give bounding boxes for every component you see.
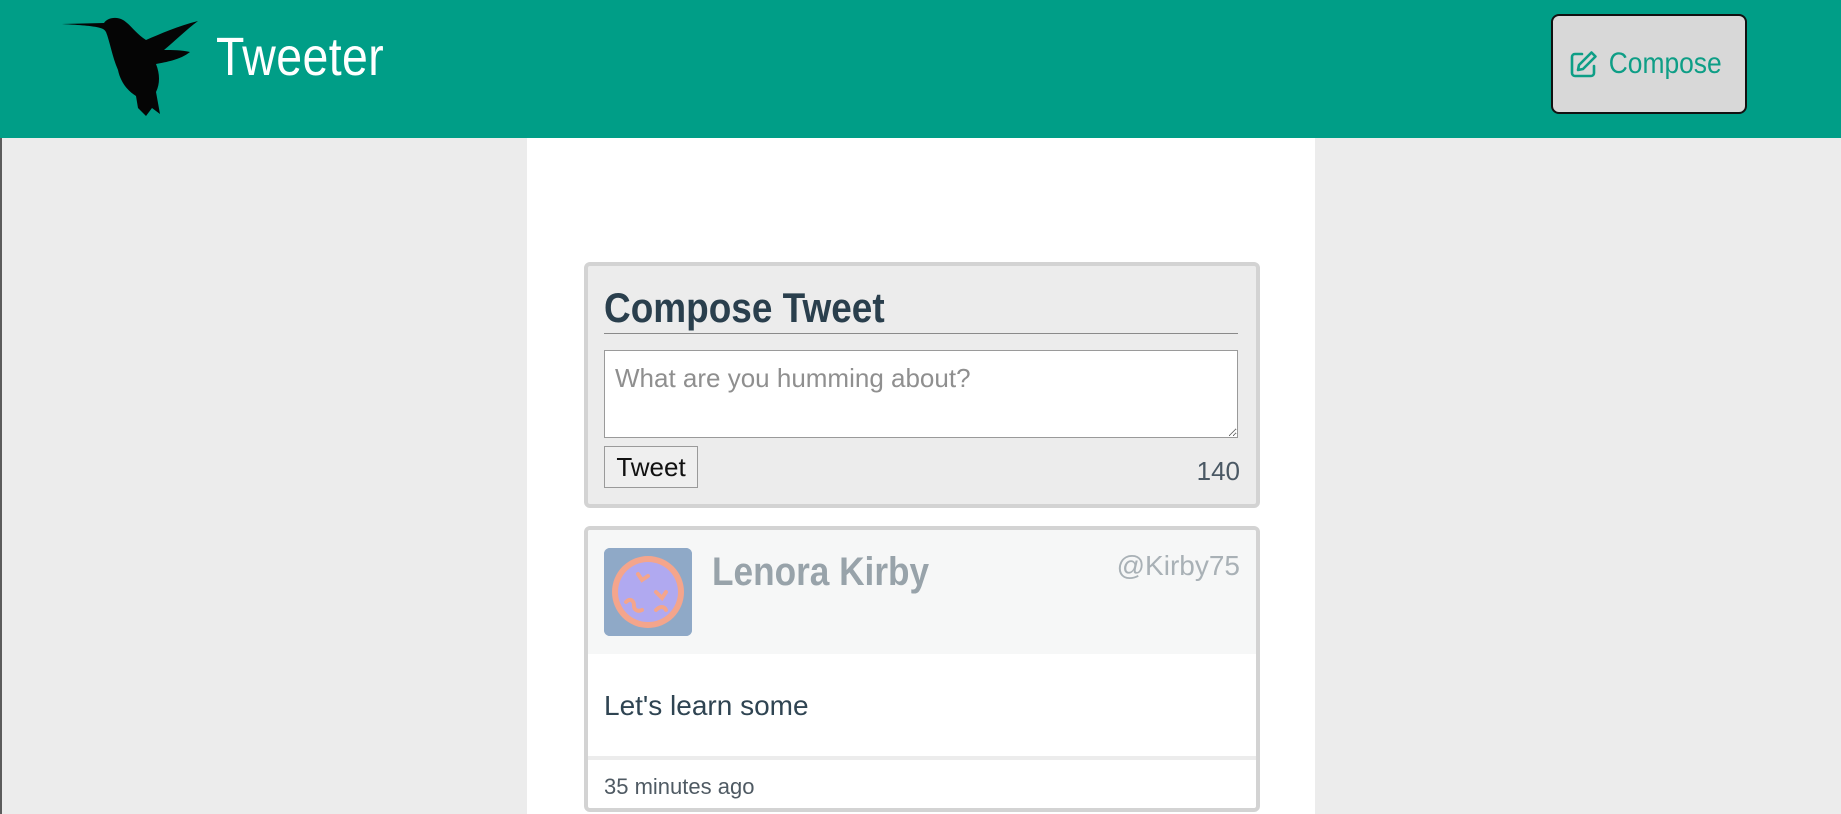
- compose-toggle-button[interactable]: Compose: [1551, 14, 1747, 114]
- compose-toggle-label: Compose: [1608, 47, 1722, 80]
- author-handle: @Kirby75: [1116, 550, 1240, 581]
- author-name: Lenora Kirby: [712, 550, 930, 594]
- hummingbird-logo: [62, 17, 198, 116]
- avatar: [604, 548, 692, 636]
- top-nav: Tweeter Compose: [0, 0, 1841, 138]
- brand-title: Tweeter: [216, 27, 385, 87]
- compose-tweet-panel: Compose Tweet Tweet 140: [584, 262, 1260, 508]
- avatar-image: [604, 548, 692, 636]
- pencil-square-icon: [1570, 51, 1597, 78]
- tweet-timestamp: 35 minutes ago: [604, 774, 755, 799]
- compose-divider: [604, 333, 1238, 334]
- tweet-divider: [588, 756, 1256, 760]
- tweet-text: Let's learn some: [604, 690, 809, 721]
- tweet-card: Lenora Kirby @Kirby75 Let's learn some 3…: [584, 526, 1260, 812]
- tweet-text-input[interactable]: [604, 350, 1238, 438]
- tweet-submit-button[interactable]: Tweet: [604, 446, 698, 488]
- character-counter: 140: [1196, 456, 1240, 486]
- compose-title: Compose Tweet: [604, 284, 885, 331]
- tweet-header: Lenora Kirby @Kirby75: [588, 530, 1256, 654]
